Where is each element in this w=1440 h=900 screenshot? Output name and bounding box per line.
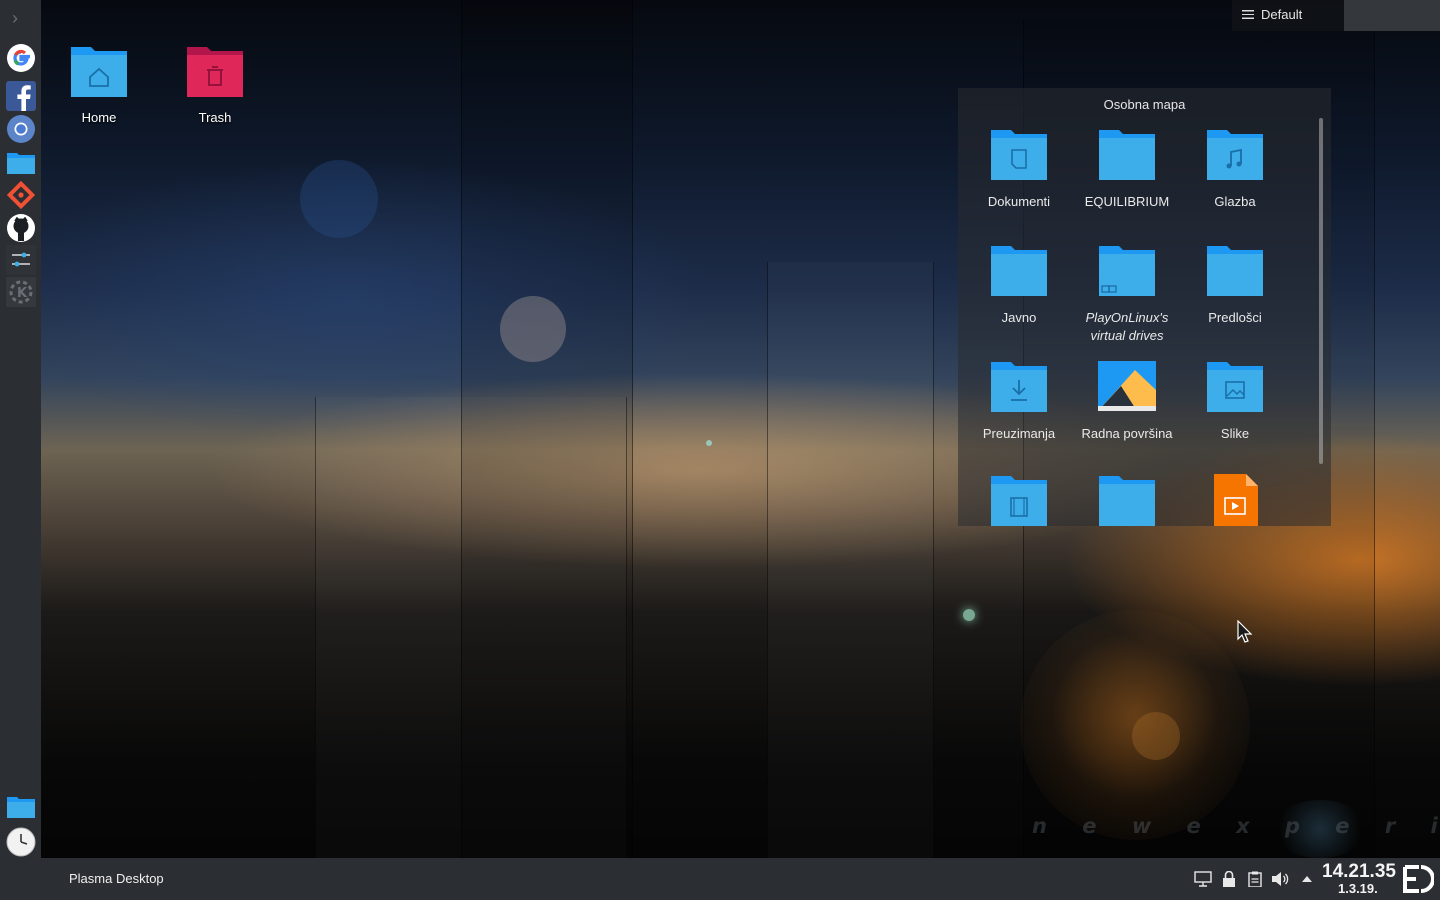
- desktop-folder-icon: [1098, 361, 1156, 411]
- bottom-panel: Plasma Desktop 14.21.35 1.3.19.: [0, 858, 1440, 900]
- task-manager-entry[interactable]: Plasma Desktop: [69, 871, 164, 886]
- folder-view-scrollbar[interactable]: [1319, 118, 1323, 464]
- folder-item-videos[interactable]: [965, 474, 1073, 526]
- folder-item-playonlinux[interactable]: PlayOnLinux's virtual drives: [1073, 244, 1181, 345]
- music-folder-icon: [1207, 130, 1263, 180]
- lock-icon[interactable]: [1220, 870, 1238, 888]
- clock-time[interactable]: 14.21.35: [1322, 861, 1396, 883]
- bokeh-light: [963, 609, 975, 621]
- desktop-icon-home[interactable]: Home: [44, 45, 154, 125]
- folder-item-label: Dokumenti: [987, 194, 1051, 209]
- expand-arrow-icon[interactable]: [1298, 870, 1316, 888]
- symlink-folder-icon: [1099, 246, 1155, 296]
- mouse-cursor-icon: [1237, 620, 1253, 643]
- clock-icon[interactable]: [5, 826, 37, 858]
- pictures-folder-icon: [1207, 362, 1263, 412]
- chromium-icon[interactable]: [5, 113, 37, 145]
- bokeh-light: [500, 296, 566, 362]
- clock-date[interactable]: 1.3.19.: [1338, 881, 1378, 896]
- network-icon[interactable]: [1194, 870, 1212, 888]
- folder-item-label: Preuzimanja: [982, 426, 1056, 441]
- svg-text:K: K: [17, 286, 28, 301]
- trash-folder-icon: [187, 47, 243, 97]
- folder-item[interactable]: [1073, 474, 1181, 526]
- github-icon[interactable]: [5, 212, 37, 244]
- file-item-video[interactable]: [1181, 474, 1289, 526]
- folder-icon: [1099, 476, 1155, 526]
- wallpaper-pillar: [461, 0, 633, 858]
- chevron-right-icon[interactable]: ›: [12, 8, 18, 29]
- toolbox-label: Default: [1261, 7, 1303, 22]
- folder-item-label: Predlošci: [1208, 310, 1262, 325]
- folder-view-title: Osobna mapa: [1103, 97, 1186, 112]
- videos-folder-icon: [991, 476, 1047, 526]
- volume-icon[interactable]: [1271, 870, 1289, 888]
- folder-item-predlosci[interactable]: Predlošci: [1181, 244, 1289, 327]
- bokeh-light: [706, 440, 712, 446]
- downloads-folder-icon: [991, 362, 1047, 412]
- wallpaper-pillar: [767, 262, 934, 858]
- folder-icon: [1207, 246, 1263, 296]
- documents-folder-icon: [991, 130, 1047, 180]
- wallpaper-caption: n e w e x p e r i e n c e 2: [1032, 814, 1440, 838]
- hamburger-menu-icon: [1242, 10, 1254, 19]
- git-icon[interactable]: [5, 179, 37, 211]
- folder-item-label: Javno: [1001, 310, 1037, 325]
- folder-item-javno[interactable]: Javno: [965, 244, 1073, 327]
- folder-item-radna-povrsina[interactable]: Radna površina: [1073, 360, 1181, 443]
- desktop-toolbox-button[interactable]: Default: [1232, 0, 1344, 31]
- folder-item-slike[interactable]: Slike: [1181, 360, 1289, 443]
- folder-item-label: Glazba: [1214, 194, 1256, 209]
- clipboard-icon[interactable]: [1246, 870, 1264, 888]
- folder-view-widget: Osobna mapa Dokumenti EQUILIBRIUM Glazba…: [958, 88, 1331, 526]
- folder-item-dokumenti[interactable]: Dokumenti: [965, 128, 1073, 211]
- home-folder-icon: [71, 47, 127, 97]
- folder-item-label: Slike: [1220, 426, 1250, 441]
- desktop-icon-label: Trash: [198, 110, 232, 125]
- desktop-icon-trash[interactable]: Trash: [160, 45, 270, 125]
- google-icon[interactable]: [5, 42, 37, 74]
- folder-icon[interactable]: [5, 790, 37, 822]
- bokeh-light: [300, 160, 378, 238]
- sliders-icon[interactable]: [5, 244, 37, 276]
- folder-icon: [991, 246, 1047, 296]
- facebook-icon[interactable]: [5, 80, 37, 112]
- left-dock: › K: [0, 0, 41, 858]
- kde-icon[interactable]: K: [5, 276, 37, 308]
- video-file-icon: [1214, 474, 1258, 526]
- show-desktop-icon[interactable]: [1402, 863, 1434, 895]
- folder-item-label: EQUILIBRIUM: [1084, 194, 1170, 209]
- folder-item-glazba[interactable]: Glazba: [1181, 128, 1289, 211]
- folder-item-equilibrium[interactable]: EQUILIBRIUM: [1073, 128, 1181, 211]
- folder-icon[interactable]: [5, 146, 37, 178]
- bokeh-light: [1132, 712, 1180, 760]
- folder-item-preuzimanja[interactable]: Preuzimanja: [965, 360, 1073, 443]
- folder-icon: [1099, 130, 1155, 180]
- folder-item-label: PlayOnLinux's virtual drives: [1085, 310, 1169, 343]
- top-right-corner-panel: [1344, 0, 1440, 31]
- folder-item-label: Radna površina: [1081, 426, 1173, 441]
- desktop-icon-label: Home: [81, 110, 117, 125]
